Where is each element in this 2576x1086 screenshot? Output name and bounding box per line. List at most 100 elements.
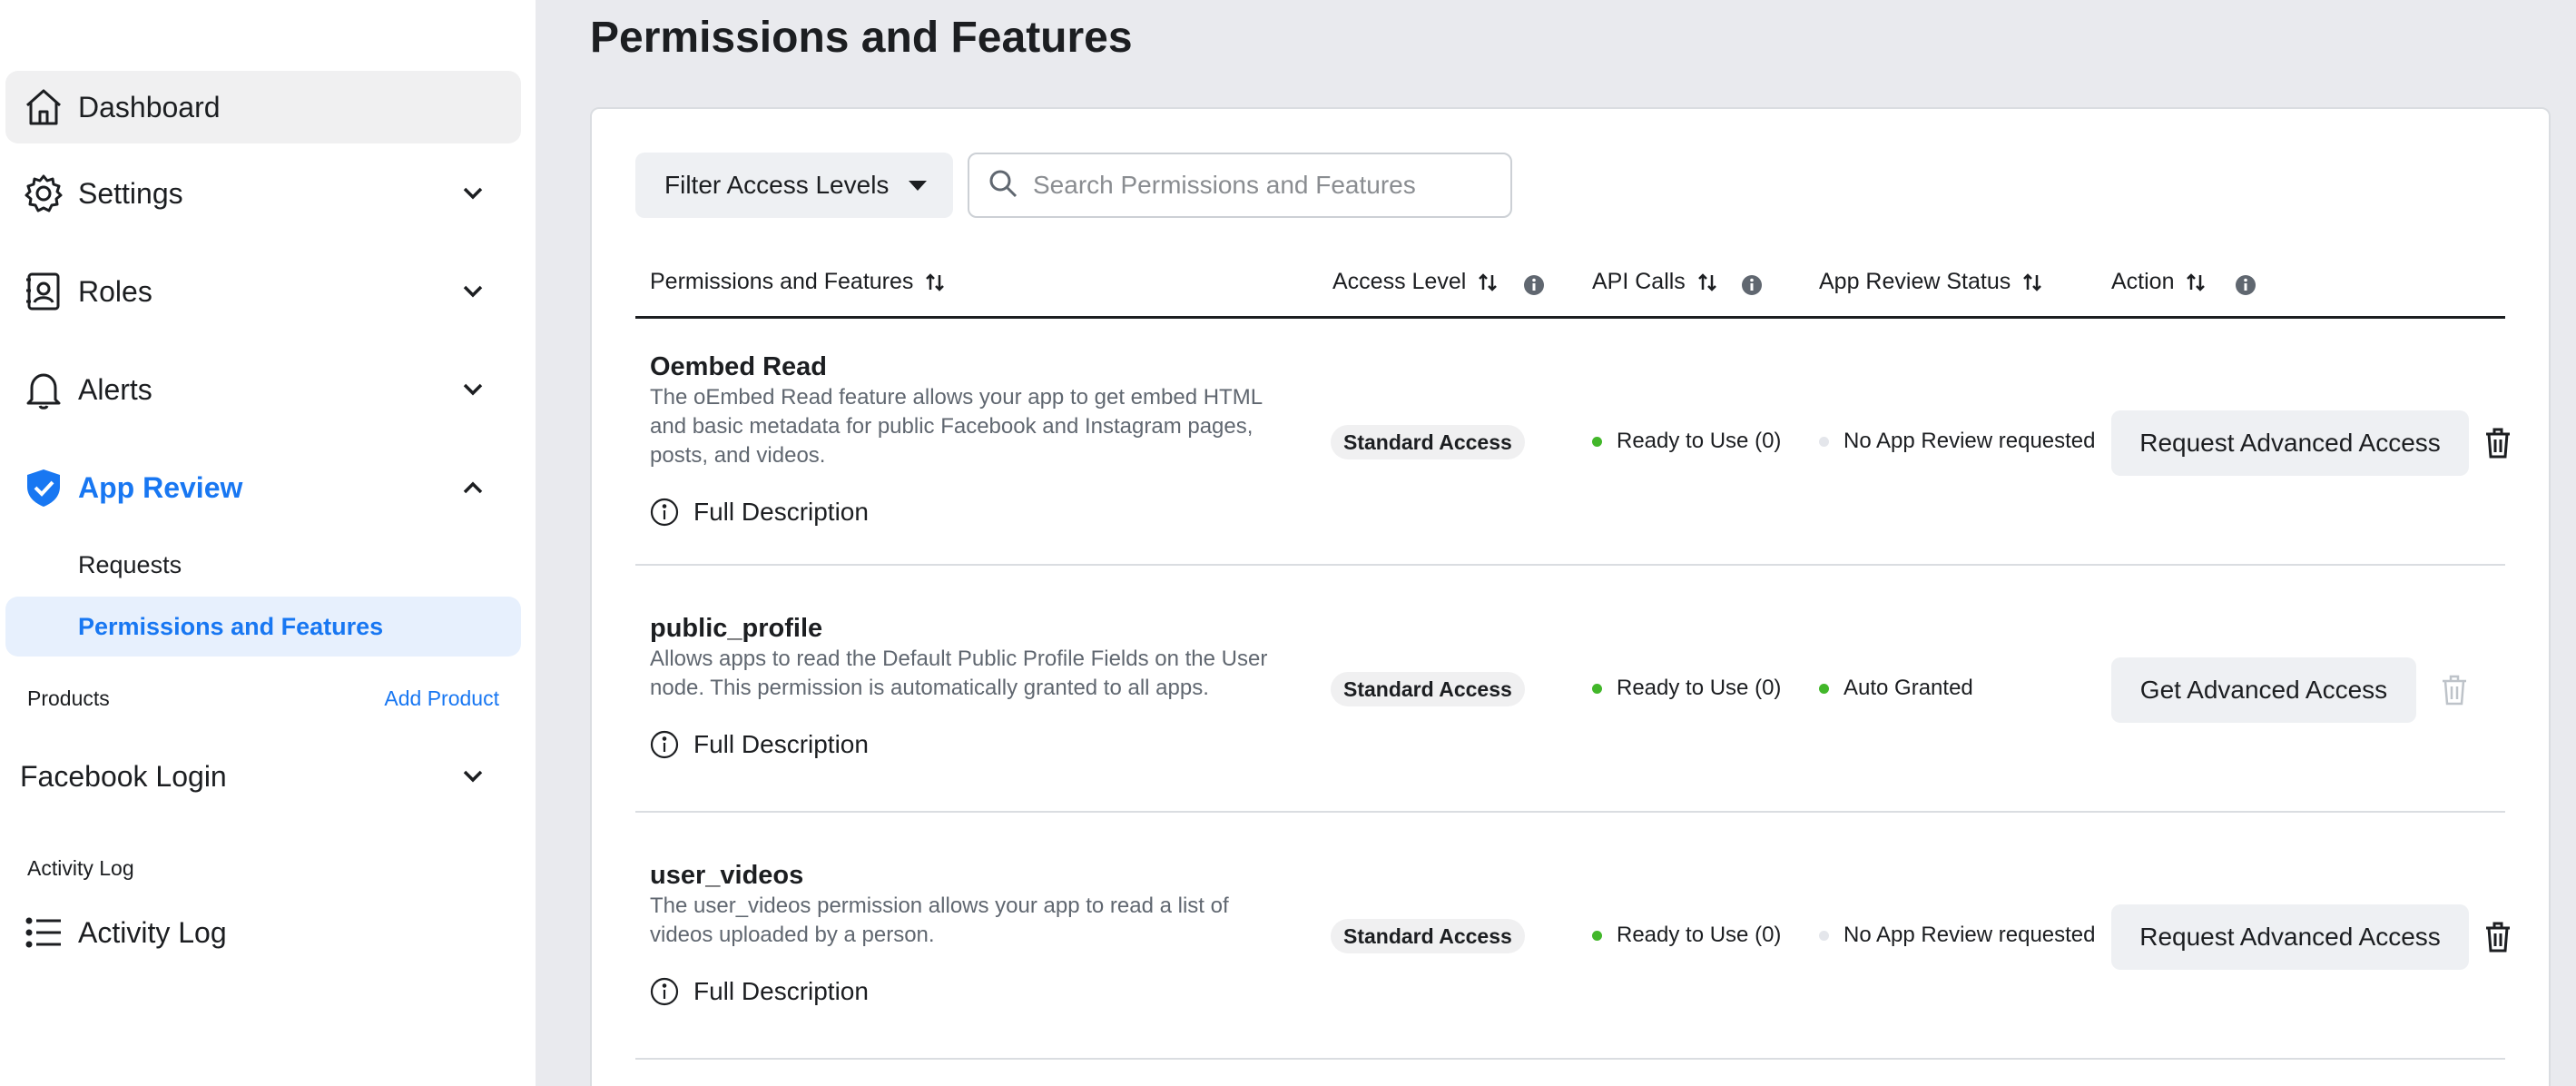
gear-icon — [20, 170, 67, 217]
sidebar-item-app-review[interactable]: App Review — [5, 451, 521, 524]
action-button-label: Request Advanced Access — [2139, 923, 2441, 951]
access-level-badge: Standard Access — [1331, 672, 1525, 706]
activity-log-section-label: Activity Log — [27, 856, 134, 880]
request-advanced-access-button[interactable]: Request Advanced Access — [2111, 410, 2469, 476]
column-header-action[interactable]: Action — [2111, 269, 2207, 295]
info-outline-icon — [650, 730, 679, 759]
sidebar-item-label: Roles — [78, 274, 152, 308]
shield-check-icon — [20, 464, 67, 511]
column-header-app-review-status[interactable]: App Review Status — [1819, 269, 2043, 295]
full-description-label: Full Description — [693, 498, 869, 526]
action-button-label: Request Advanced Access — [2139, 429, 2441, 457]
review-status: Auto Granted — [1819, 676, 1973, 701]
full-description-label: Full Description — [693, 977, 869, 1005]
sidebar-item-label: Alerts — [78, 372, 152, 406]
status-dot-green — [1592, 683, 1602, 694]
permission-name: public_profile — [650, 614, 823, 643]
search-icon — [988, 168, 1018, 203]
info-icon[interactable] — [2235, 274, 2256, 296]
column-header-access-level[interactable]: Access Level — [1332, 269, 1499, 295]
sort-icon — [1479, 272, 1498, 291]
sidebar-subitem-requests[interactable]: Requests — [5, 535, 521, 595]
info-icon[interactable] — [1741, 274, 1763, 296]
api-calls-status: Ready to Use (0) — [1592, 676, 1781, 701]
info-outline-icon — [650, 498, 679, 527]
sidebar-item-alerts[interactable]: Alerts — [5, 353, 521, 426]
trash-icon — [2443, 675, 2466, 706]
page-title: Permissions and Features — [590, 14, 1133, 62]
column-header-label: Action — [2111, 269, 2175, 294]
sidebar-item-facebook-login[interactable]: Facebook Login — [5, 740, 521, 813]
review-status-label: No App Review requested — [1844, 429, 2096, 453]
sidebar-item-activity-log[interactable]: Activity Log — [5, 896, 521, 969]
api-calls-status: Ready to Use (0) — [1592, 429, 1781, 454]
access-level-badge: Standard Access — [1331, 919, 1525, 953]
sidebar-item-roles[interactable]: Roles — [5, 255, 521, 328]
request-advanced-access-button[interactable]: Request Advanced Access — [2111, 904, 2469, 970]
sort-icon — [926, 272, 945, 291]
chevron-up-icon[interactable] — [459, 474, 487, 501]
info-outline-icon — [650, 977, 679, 1006]
info-icon[interactable] — [1523, 274, 1545, 296]
api-calls-label: Ready to Use (0) — [1617, 676, 1782, 700]
row-divider — [635, 811, 2505, 813]
permission-description: Allows apps to read the Default Public P… — [650, 647, 1268, 700]
sidebar-item-settings[interactable]: Settings — [5, 157, 521, 230]
sidebar-item-label: App Review — [78, 470, 243, 504]
status-dot-green — [1592, 436, 1602, 447]
row-divider — [635, 1058, 2505, 1060]
full-description-link[interactable]: Full Description — [650, 977, 869, 1006]
api-calls-status: Ready to Use (0) — [1592, 923, 1781, 948]
column-header-label: App Review Status — [1819, 269, 2011, 294]
full-description-link[interactable]: Full Description — [650, 730, 869, 759]
products-section-label: Products — [27, 686, 110, 710]
column-header-label: API Calls — [1592, 269, 1686, 294]
api-calls-label: Ready to Use (0) — [1617, 923, 1782, 947]
sidebar-item-label: Dashboard — [78, 90, 221, 123]
search-box[interactable] — [968, 153, 1512, 218]
sidebar-item-label: Requests — [78, 550, 182, 578]
chevron-down-icon[interactable] — [459, 278, 487, 305]
table-header-divider — [635, 316, 2505, 319]
add-product-link[interactable]: Add Product — [384, 686, 499, 711]
sort-icon — [2023, 272, 2042, 291]
sidebar-item-dashboard[interactable]: Dashboard — [5, 71, 521, 143]
api-calls-label: Ready to Use (0) — [1617, 429, 1782, 453]
permission-name: Oembed Read — [650, 352, 827, 381]
status-dot-green — [1819, 683, 1829, 694]
full-description-label: Full Description — [693, 730, 869, 758]
sidebar-item-label: Permissions and Features — [78, 612, 384, 640]
home-icon — [20, 84, 67, 131]
chevron-down-icon[interactable] — [459, 376, 487, 403]
search-input[interactable] — [1033, 171, 1487, 200]
review-status-label: Auto Granted — [1844, 676, 1973, 700]
filter-access-levels-button[interactable]: Filter Access Levels — [635, 153, 953, 218]
get-advanced-access-button[interactable]: Get Advanced Access — [2111, 657, 2416, 723]
column-header-label: Permissions and Features — [650, 269, 914, 294]
review-status-label: No App Review requested — [1844, 923, 2096, 947]
trash-icon[interactable] — [2483, 921, 2512, 953]
trash-icon[interactable] — [2483, 427, 2512, 459]
column-header-api-calls[interactable]: API Calls — [1592, 269, 1718, 295]
permission-name: user_videos — [650, 861, 804, 890]
bell-icon — [20, 366, 67, 413]
status-dot-grey — [1819, 436, 1829, 447]
status-dot-grey — [1819, 930, 1829, 941]
action-button-label: Get Advanced Access — [2139, 676, 2388, 704]
caret-down-icon — [909, 180, 928, 191]
chevron-down-icon[interactable] — [459, 180, 487, 207]
sidebar-subitem-permissions-and-features[interactable]: Permissions and Features — [5, 597, 521, 657]
sidebar-item-label: Settings — [78, 176, 183, 210]
id-card-icon — [20, 268, 67, 315]
column-header-label: Access Level — [1332, 269, 1467, 294]
permission-description: The user_videos permission allows your a… — [650, 893, 1229, 947]
access-level-badge: Standard Access — [1331, 425, 1525, 459]
sort-icon — [1697, 272, 1716, 291]
chevron-down-icon[interactable] — [459, 763, 487, 790]
sidebar-item-label: Facebook Login — [20, 759, 227, 793]
full-description-link[interactable]: Full Description — [650, 498, 869, 527]
permission-description: The oEmbed Read feature allows your app … — [650, 385, 1263, 468]
column-header-permissions[interactable]: Permissions and Features — [650, 269, 946, 295]
sidebar: Dashboard Settings Roles Alerts App Revi… — [0, 0, 536, 1086]
sort-icon — [2187, 272, 2206, 291]
